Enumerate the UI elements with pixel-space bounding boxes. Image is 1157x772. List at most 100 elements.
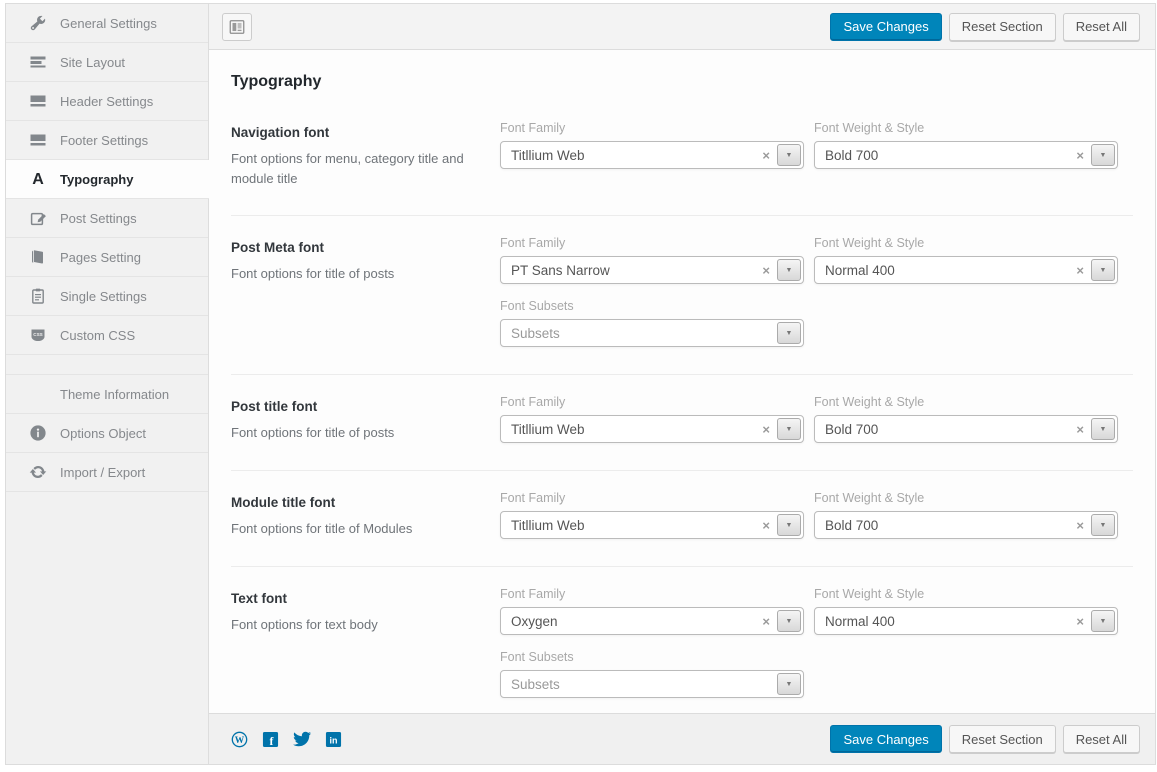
- info-icon: [28, 424, 47, 443]
- toolbar-top-buttons: Save Changes Reset Section Reset All: [830, 13, 1140, 41]
- chevron-down-icon[interactable]: ▼: [777, 673, 801, 695]
- clear-icon[interactable]: ×: [762, 142, 770, 168]
- save-changes-button[interactable]: Save Changes: [830, 13, 941, 41]
- section-title: Text font: [231, 591, 500, 606]
- select-value: Bold 700: [825, 518, 878, 533]
- chevron-down-icon[interactable]: ▼: [1091, 418, 1115, 440]
- font-weight-select[interactable]: Bold 700 × ▼: [814, 141, 1118, 169]
- font-subsets-select[interactable]: Subsets ▼: [500, 319, 804, 347]
- font-subsets-select[interactable]: Subsets ▼: [500, 670, 804, 698]
- font-family-select[interactable]: PT Sans Narrow × ▼: [500, 256, 804, 284]
- chevron-down-icon[interactable]: ▼: [777, 322, 801, 344]
- sidebar-item-label: Single Settings: [60, 289, 147, 304]
- clear-icon[interactable]: ×: [762, 257, 770, 283]
- clear-icon[interactable]: ×: [1076, 608, 1084, 634]
- social-links: W f in: [231, 730, 342, 748]
- chevron-down-icon[interactable]: ▼: [1091, 259, 1115, 281]
- chevron-down-icon[interactable]: ▼: [777, 259, 801, 281]
- clear-icon[interactable]: ×: [1076, 512, 1084, 538]
- clear-icon[interactable]: ×: [762, 608, 770, 634]
- font-family-select[interactable]: Oxygen × ▼: [500, 607, 804, 635]
- clear-icon[interactable]: ×: [1076, 257, 1084, 283]
- sidebar-item-label: Import / Export: [60, 465, 145, 480]
- font-family-select[interactable]: Titllium Web × ▼: [500, 511, 804, 539]
- field-label: Font Subsets: [500, 650, 804, 664]
- chevron-down-icon[interactable]: ▼: [1091, 144, 1115, 166]
- font-weight-select[interactable]: Normal 400 × ▼: [814, 607, 1118, 635]
- reset-section-button[interactable]: Reset Section: [949, 725, 1056, 753]
- sidebar-item-header-settings[interactable]: Header Settings: [6, 82, 208, 121]
- sidebar-filler: [6, 492, 208, 764]
- typography-content: Typography Navigation font Font options …: [209, 50, 1155, 713]
- footer-icon: [28, 131, 47, 150]
- field-label: Font Weight & Style: [814, 121, 1118, 135]
- toolbar-bottom-buttons: Save Changes Reset Section Reset All: [830, 725, 1140, 753]
- sidebar-item-footer-settings[interactable]: Footer Settings: [6, 121, 208, 160]
- layout-toggle-button[interactable]: [222, 13, 252, 41]
- header-icon: [28, 92, 47, 111]
- chevron-down-icon[interactable]: ▼: [1091, 514, 1115, 536]
- select-value: Titllium Web: [511, 422, 585, 437]
- svg-text:A: A: [32, 171, 44, 188]
- sidebar-item-general-settings[interactable]: General Settings: [6, 4, 208, 43]
- toolbar-top: Save Changes Reset Section Reset All: [209, 4, 1155, 50]
- chevron-down-icon[interactable]: ▼: [1091, 610, 1115, 632]
- section-title: Navigation font: [231, 125, 500, 140]
- font-weight-select[interactable]: Normal 400 × ▼: [814, 256, 1118, 284]
- wordpress-icon[interactable]: W: [231, 731, 248, 748]
- sidebar-item-pages-setting[interactable]: Pages Setting: [6, 238, 208, 277]
- chevron-down-icon[interactable]: ▼: [777, 418, 801, 440]
- page-title: Typography: [231, 73, 1133, 91]
- select-value: Subsets: [511, 326, 560, 341]
- clear-icon[interactable]: ×: [762, 512, 770, 538]
- chevron-down-icon[interactable]: ▼: [777, 610, 801, 632]
- sidebar-item-label: Footer Settings: [60, 133, 148, 148]
- linkedin-icon[interactable]: in: [325, 731, 342, 748]
- sidebar-item-label: Options Object: [60, 426, 146, 441]
- reset-all-button[interactable]: Reset All: [1063, 13, 1140, 41]
- clear-icon[interactable]: ×: [762, 416, 770, 442]
- reset-all-button[interactable]: Reset All: [1063, 725, 1140, 753]
- section-title: Module title font: [231, 495, 500, 510]
- font-weight-select[interactable]: Bold 700 × ▼: [814, 511, 1118, 539]
- font-weight-select[interactable]: Bold 700 × ▼: [814, 415, 1118, 443]
- book-icon: [28, 248, 47, 267]
- clear-icon[interactable]: ×: [1076, 416, 1084, 442]
- chevron-down-icon[interactable]: ▼: [777, 514, 801, 536]
- svg-text:in: in: [330, 735, 338, 745]
- sidebar-item-site-layout[interactable]: Site Layout: [6, 43, 208, 82]
- section-description: Font options for menu, category title an…: [231, 149, 479, 188]
- font-family-select[interactable]: Titllium Web × ▼: [500, 415, 804, 443]
- sidebar-item-typography[interactable]: A Typography: [6, 160, 209, 199]
- select-value: Bold 700: [825, 148, 878, 163]
- sidebar-item-theme-information[interactable]: Theme Information: [6, 375, 208, 414]
- chevron-down-icon[interactable]: ▼: [777, 144, 801, 166]
- svg-text:W: W: [235, 735, 245, 745]
- sidebar-item-label: Typography: [60, 172, 133, 187]
- field-label: Font Weight & Style: [814, 491, 1118, 505]
- font-family-select[interactable]: Titllium Web × ▼: [500, 141, 804, 169]
- sidebar-item-single-settings[interactable]: Single Settings: [6, 277, 208, 316]
- section-post-title-font: Post title font Font options for title o…: [231, 374, 1133, 470]
- section-description: Font options for text body: [231, 615, 479, 635]
- select-value: Subsets: [511, 677, 560, 692]
- refresh-icon: [28, 463, 47, 482]
- sidebar-item-custom-css[interactable]: CSS Custom CSS: [6, 316, 208, 355]
- reset-section-button[interactable]: Reset Section: [949, 13, 1056, 41]
- field-label: Font Family: [500, 121, 804, 135]
- field-label: Font Family: [500, 236, 804, 250]
- clear-icon[interactable]: ×: [1076, 142, 1084, 168]
- theme-options-panel: General Settings Site Layout Header Sett…: [5, 3, 1156, 765]
- layout-bars-icon: [28, 53, 47, 72]
- twitter-icon[interactable]: [293, 730, 311, 748]
- sidebar-item-post-settings[interactable]: Post Settings: [6, 199, 208, 238]
- section-title: Post Meta font: [231, 240, 500, 255]
- sidebar-item-label: Site Layout: [60, 55, 125, 70]
- save-changes-button[interactable]: Save Changes: [830, 725, 941, 753]
- select-value: Titllium Web: [511, 518, 585, 533]
- sidebar: General Settings Site Layout Header Sett…: [6, 4, 209, 764]
- facebook-icon[interactable]: f: [262, 731, 279, 748]
- field-label: Font Family: [500, 491, 804, 505]
- sidebar-item-import-export[interactable]: Import / Export: [6, 453, 208, 492]
- sidebar-item-options-object[interactable]: Options Object: [6, 414, 208, 453]
